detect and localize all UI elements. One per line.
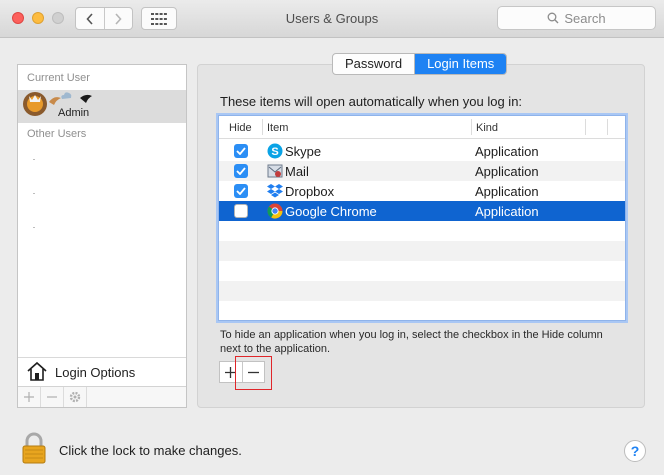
search-field[interactable]: Search [497, 6, 656, 30]
search-placeholder: Search [564, 10, 606, 26]
column-separator [585, 119, 586, 135]
black-bird-icon [80, 94, 92, 103]
column-separator [471, 119, 472, 135]
login-items-heading: These items will open automatically when… [220, 94, 523, 109]
column-separator [262, 119, 263, 135]
column-separator [607, 119, 608, 135]
hide-checkbox[interactable] [234, 144, 248, 158]
remove-user-button[interactable] [41, 387, 64, 407]
add-user-button[interactable] [18, 387, 41, 407]
empty-row [219, 281, 625, 301]
checkmark-icon [236, 147, 246, 155]
item-kind: Application [475, 164, 539, 179]
divider [33, 227, 35, 228]
table-row[interactable]: Mail Application [219, 161, 625, 181]
tab-login-items[interactable]: Login Items [414, 54, 507, 74]
skype-icon: S [267, 143, 283, 159]
column-header-kind[interactable]: Kind [476, 122, 498, 134]
table-header: Hide Item Kind [219, 116, 625, 139]
empty-row [219, 241, 625, 261]
user-avatar [23, 92, 47, 116]
plus-icon [24, 392, 34, 402]
cloud-icon [61, 92, 72, 99]
checkmark-icon [236, 187, 246, 195]
current-user-name: Admin [58, 107, 90, 119]
mail-icon [267, 164, 283, 178]
item-kind: Application [475, 144, 539, 159]
gear-icon [69, 391, 81, 403]
hide-checkbox[interactable] [234, 204, 248, 218]
hide-checkbox[interactable] [234, 184, 248, 198]
divider [33, 193, 35, 194]
title-bar: Users & Groups Search [0, 0, 664, 38]
lock-icon[interactable] [22, 432, 46, 464]
table-row[interactable]: Dropbox Application [219, 181, 625, 201]
login-options-item[interactable]: Login Options [18, 357, 186, 385]
hide-hint-text: To hide an application when you log in, … [220, 329, 603, 355]
checkmark-icon [236, 167, 246, 175]
highlight-box [235, 356, 272, 390]
column-header-item[interactable]: Item [267, 122, 288, 134]
svg-text:S: S [271, 146, 278, 158]
login-options-label: Login Options [55, 365, 136, 380]
tab-bar: Password Login Items [332, 53, 508, 75]
login-items-table: Hide Item Kind S Skype Application Mail … [218, 115, 626, 321]
column-header-hide[interactable]: Hide [229, 122, 252, 134]
search-icon [547, 12, 559, 24]
current-user-row[interactable]: Admin [18, 90, 186, 123]
item-kind: Application [475, 184, 539, 199]
hide-checkbox[interactable] [234, 164, 248, 178]
chrome-icon [267, 203, 283, 219]
table-row-selected[interactable]: Google Chrome Application [219, 201, 625, 221]
users-sidebar: Current User Admin Other Users Login Opt… [17, 64, 187, 408]
item-name: Dropbox [285, 184, 335, 199]
tab-password[interactable]: Password [333, 54, 414, 74]
minus-icon [47, 396, 57, 398]
sidebar-toolbar [18, 386, 186, 407]
house-icon [27, 361, 47, 381]
dropbox-icon [267, 184, 283, 198]
item-kind: Application [475, 204, 539, 219]
lock-message: Click the lock to make changes. [59, 443, 242, 458]
item-name: Google Chrome [285, 204, 377, 219]
action-menu-button[interactable] [64, 387, 87, 407]
divider [33, 159, 35, 160]
table-row[interactable]: S Skype Application [219, 141, 625, 161]
other-users-header: Other Users [27, 128, 87, 140]
current-user-header: Current User [27, 72, 90, 84]
item-name: Skype [285, 144, 322, 159]
help-button[interactable]: ? [624, 440, 646, 462]
item-name: Mail [285, 164, 309, 179]
